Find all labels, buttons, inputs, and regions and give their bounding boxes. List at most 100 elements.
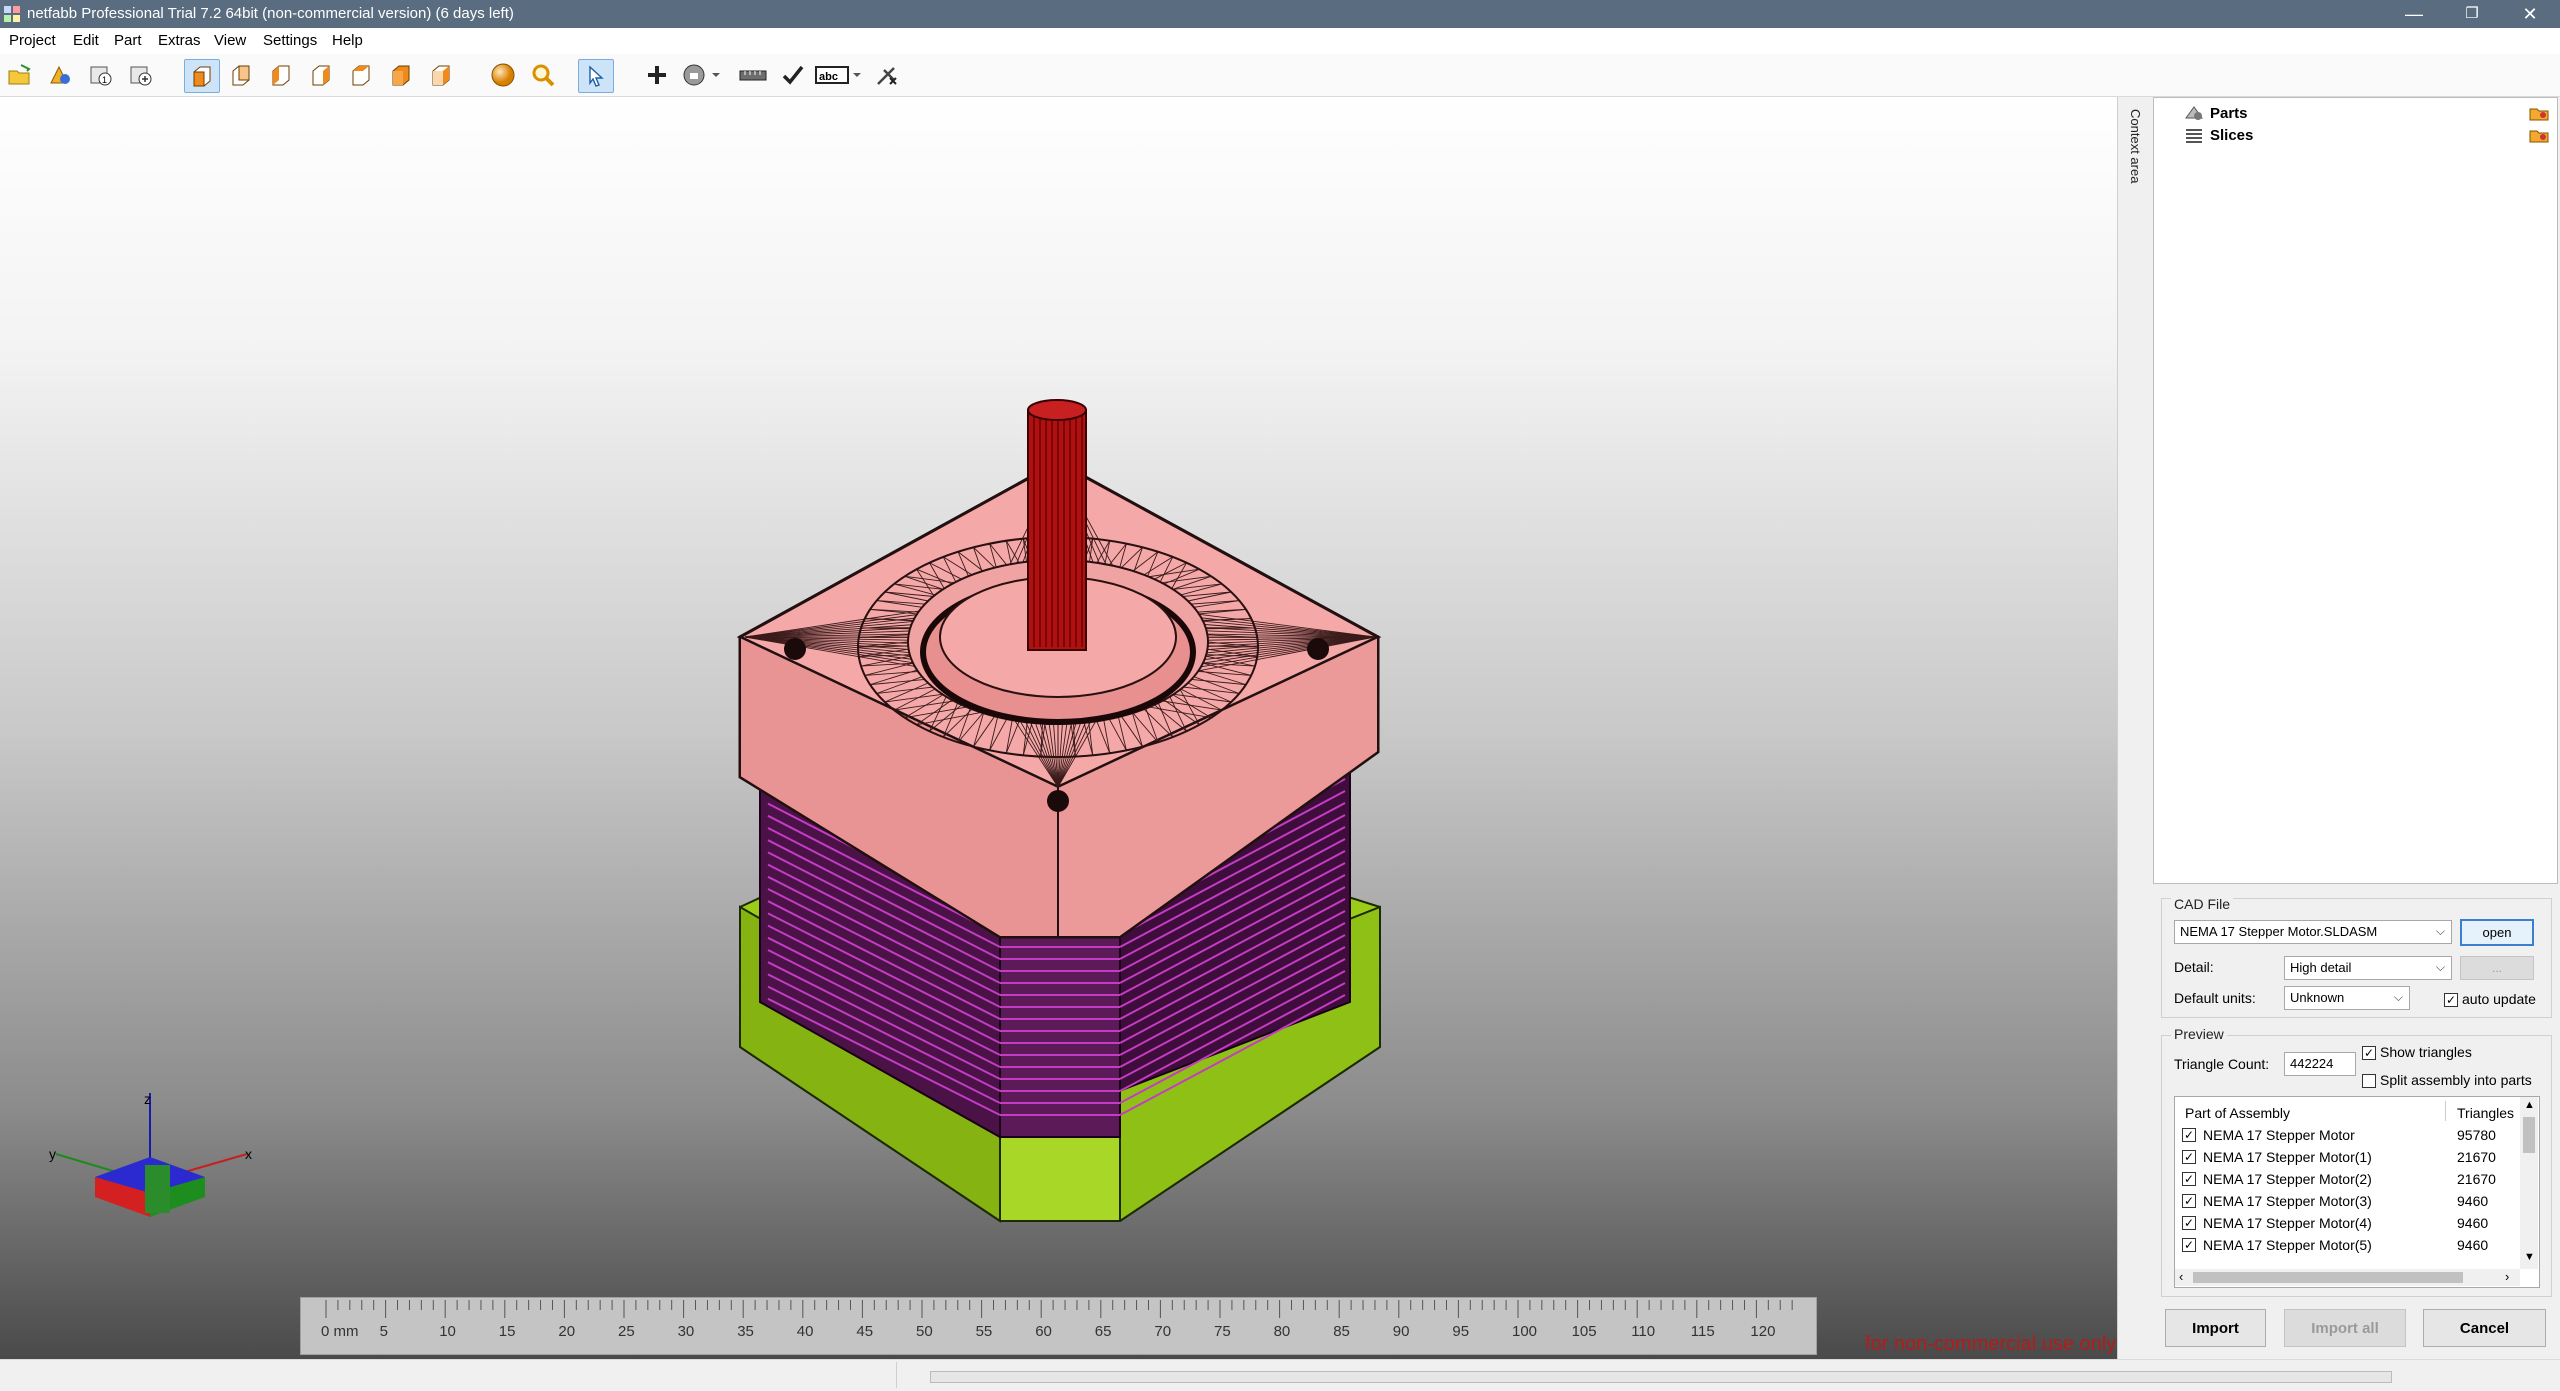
default-units-select[interactable]: Unknown ⌵ bbox=[2284, 986, 2410, 1010]
default-units-value: Unknown bbox=[2290, 990, 2344, 1005]
new-project-button[interactable]: 1 bbox=[84, 59, 118, 91]
ruler-tick-label: 105 bbox=[1572, 1323, 1597, 1340]
settings-tool-icon bbox=[874, 62, 900, 88]
assembly-row[interactable]: NEMA 17 Stepper Motor(4) 9460 bbox=[2175, 1213, 2520, 1235]
col-header-part: Part of Assembly bbox=[2185, 1105, 2290, 1121]
triangle-count-field[interactable]: 442224 bbox=[2284, 1052, 2356, 1076]
show-triangles-checkbox[interactable] bbox=[2362, 1046, 2376, 1060]
3d-viewport[interactable]: z x y bbox=[0, 97, 2117, 1359]
repair-icon bbox=[682, 63, 722, 87]
motor-shaft bbox=[1028, 400, 1086, 650]
scroll-right-icon[interactable]: › bbox=[2505, 1269, 2509, 1284]
horizontal-scrollbar[interactable]: ‹ › bbox=[2175, 1269, 2520, 1286]
add-project-button[interactable] bbox=[124, 59, 158, 91]
ruler-tick-label: 25 bbox=[618, 1323, 635, 1340]
tool-settings-button[interactable] bbox=[870, 59, 904, 91]
view-left-icon bbox=[269, 63, 293, 87]
view-right-button[interactable] bbox=[304, 59, 338, 91]
assembly-row[interactable]: NEMA 17 Stepper Motor(5) 9460 bbox=[2175, 1235, 2520, 1257]
view-iso-icon bbox=[429, 63, 453, 87]
menu-project[interactable]: Project bbox=[9, 32, 56, 49]
menu-part[interactable]: Part bbox=[114, 32, 142, 49]
measure-button[interactable] bbox=[736, 59, 770, 91]
restore-button[interactable]: ❐ bbox=[2443, 0, 2501, 28]
ruler-tick-label: 0 mm bbox=[321, 1323, 359, 1340]
tree-item-slices[interactable]: Slices bbox=[2184, 126, 2253, 144]
scroll-up-icon[interactable]: ▲ bbox=[2524, 1099, 2535, 1111]
view-top-button[interactable] bbox=[344, 59, 378, 91]
motor-model[interactable]: z x y bbox=[0, 97, 2117, 1359]
browse-button[interactable]: ... bbox=[2460, 956, 2534, 980]
ruler-tick-label: 75 bbox=[1214, 1323, 1231, 1340]
split-assembly-checkbox[interactable] bbox=[2362, 1074, 2376, 1088]
slices-folder-icon[interactable] bbox=[2529, 127, 2549, 143]
move-button[interactable] bbox=[640, 59, 674, 91]
cancel-button[interactable]: Cancel bbox=[2423, 1309, 2546, 1347]
assembly-list[interactable]: Part of Assembly Triangles NEMA 17 Stepp… bbox=[2174, 1096, 2540, 1288]
toolbar: 1 abc bbox=[0, 54, 2560, 97]
context-area-label: Context area bbox=[2128, 109, 2143, 183]
menu-settings[interactable]: Settings bbox=[263, 32, 317, 49]
close-button[interactable]: ✕ bbox=[2501, 0, 2559, 28]
row-checkbox[interactable] bbox=[2182, 1128, 2196, 1142]
context-area-tab[interactable]: Context area bbox=[2117, 97, 2155, 1359]
row-checkbox[interactable] bbox=[2182, 1150, 2196, 1164]
zoom-icon bbox=[530, 62, 556, 88]
cad-file-select[interactable]: NEMA 17 Stepper Motor.SLDASM ⌵ bbox=[2174, 920, 2452, 944]
tree-item-parts[interactable]: Parts bbox=[2184, 104, 2248, 122]
watermark-text: for non-commercial use only bbox=[1865, 1333, 2116, 1356]
row-part-name: NEMA 17 Stepper Motor(3) bbox=[2203, 1193, 2372, 1209]
view-back-icon bbox=[229, 63, 253, 87]
project-tree[interactable]: Parts Slices bbox=[2153, 97, 2558, 884]
ruler-tick-label: 110 bbox=[1631, 1323, 1655, 1340]
ruler: 0 mm510152025303540455055606570758085909… bbox=[300, 1297, 1817, 1355]
ruler-tick-label: 35 bbox=[737, 1323, 754, 1340]
import-button[interactable]: Import bbox=[2165, 1309, 2266, 1347]
shading-button[interactable] bbox=[486, 59, 520, 91]
import-all-button[interactable]: Import all bbox=[2284, 1309, 2406, 1347]
row-checkbox[interactable] bbox=[2182, 1172, 2196, 1186]
select-button[interactable] bbox=[578, 59, 614, 93]
vertical-scrollbar[interactable]: ▲ ▼ bbox=[2520, 1097, 2538, 1269]
view-iso-button[interactable] bbox=[424, 59, 458, 91]
view-back-button[interactable] bbox=[224, 59, 258, 91]
add-part-button[interactable] bbox=[43, 59, 77, 91]
row-triangles: 95780 bbox=[2457, 1127, 2496, 1143]
cad-file-group-label: CAD File bbox=[2171, 896, 2233, 912]
scroll-thumb-horizontal[interactable] bbox=[2193, 1272, 2463, 1283]
scroll-thumb[interactable] bbox=[2523, 1117, 2535, 1153]
menu-view[interactable]: View bbox=[214, 32, 246, 49]
col-divider bbox=[2445, 1101, 2446, 1121]
check-button[interactable] bbox=[776, 59, 810, 91]
row-part-name: NEMA 17 Stepper Motor bbox=[2203, 1127, 2355, 1143]
label-dropdown[interactable]: abc bbox=[814, 59, 864, 91]
assembly-row[interactable]: NEMA 17 Stepper Motor 95780 bbox=[2175, 1125, 2520, 1147]
menu-edit[interactable]: Edit bbox=[73, 32, 99, 49]
view-left-button[interactable] bbox=[264, 59, 298, 91]
row-checkbox[interactable] bbox=[2182, 1216, 2196, 1230]
view-front-button[interactable] bbox=[184, 59, 220, 93]
open-project-button[interactable] bbox=[3, 59, 37, 91]
menu-extras[interactable]: Extras bbox=[158, 32, 201, 49]
assembly-row[interactable]: NEMA 17 Stepper Motor(1) 21670 bbox=[2175, 1147, 2520, 1169]
menu-help[interactable]: Help bbox=[332, 32, 363, 49]
axis-x-label: x bbox=[245, 1146, 252, 1162]
axis-y-label: y bbox=[49, 1146, 56, 1162]
row-checkbox[interactable] bbox=[2182, 1238, 2196, 1252]
scroll-left-icon[interactable]: ‹ bbox=[2179, 1269, 2183, 1284]
assembly-row[interactable]: NEMA 17 Stepper Motor(2) 21670 bbox=[2175, 1169, 2520, 1191]
parts-folder-icon[interactable] bbox=[2529, 105, 2549, 121]
zoom-button[interactable] bbox=[526, 59, 560, 91]
repair-dropdown[interactable] bbox=[680, 59, 724, 91]
auto-update-checkbox[interactable] bbox=[2444, 993, 2458, 1007]
view-bottom-button[interactable] bbox=[384, 59, 418, 91]
assembly-row[interactable]: NEMA 17 Stepper Motor(3) 9460 bbox=[2175, 1191, 2520, 1213]
detail-select[interactable]: High detail ⌵ bbox=[2284, 956, 2452, 980]
open-button[interactable]: open bbox=[2460, 919, 2534, 946]
row-checkbox[interactable] bbox=[2182, 1194, 2196, 1208]
ruler-tick-label: 65 bbox=[1095, 1323, 1112, 1340]
minimize-button[interactable]: — bbox=[2385, 0, 2443, 28]
tree-item-label: Slices bbox=[2210, 127, 2253, 144]
scroll-down-icon[interactable]: ▼ bbox=[2524, 1251, 2535, 1263]
view-front-icon bbox=[190, 64, 214, 88]
